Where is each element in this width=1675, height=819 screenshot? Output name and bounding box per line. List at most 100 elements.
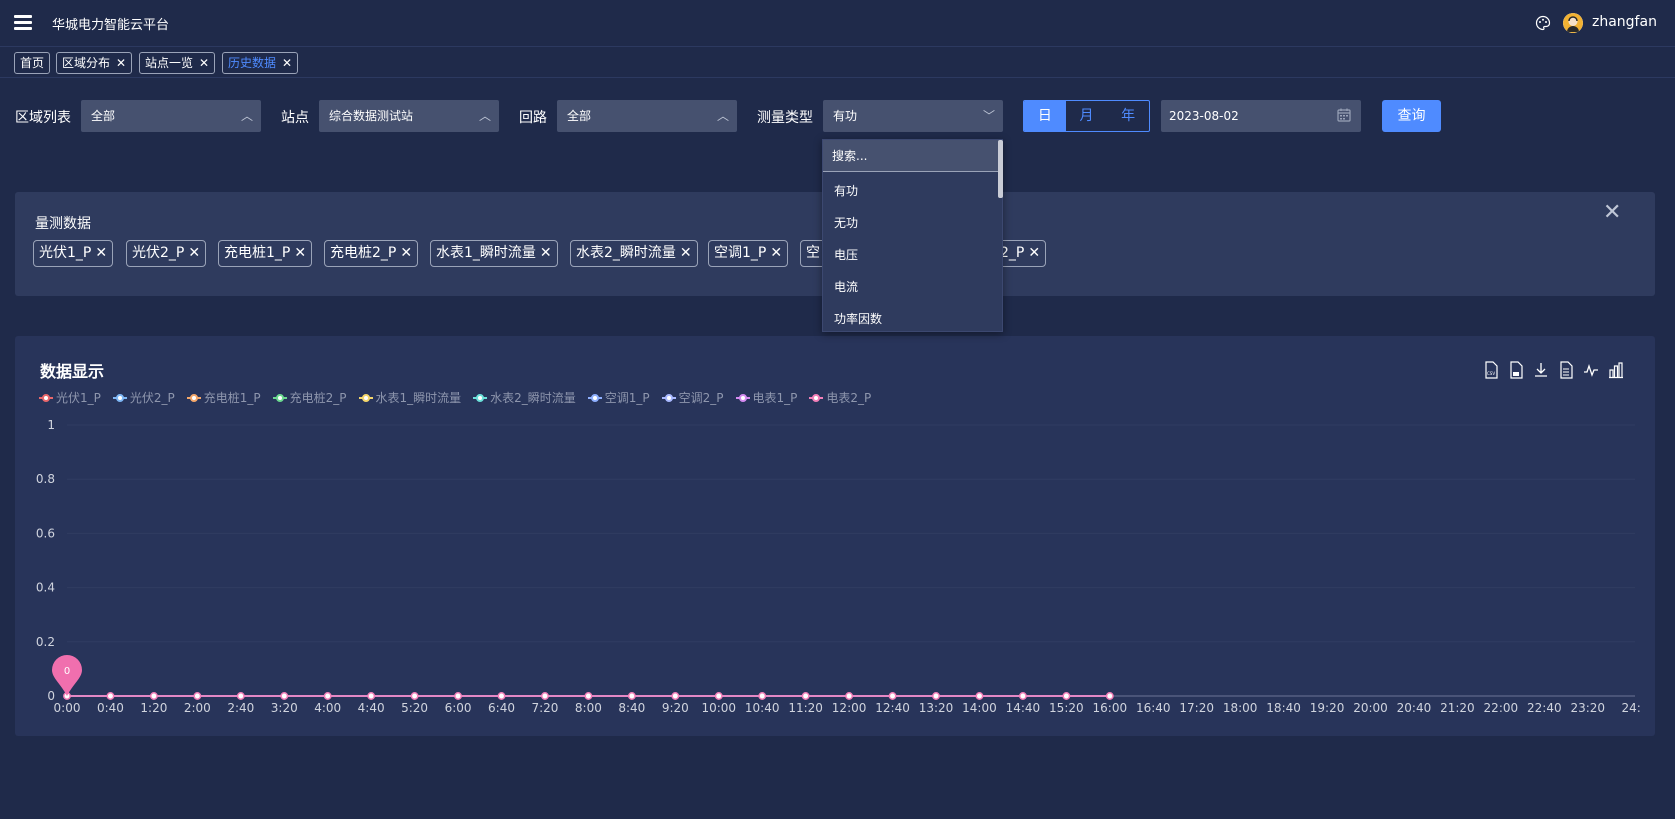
dropdown-option[interactable]: 无功 — [834, 214, 858, 231]
data-point[interactable] — [845, 692, 854, 700]
x-tick-label: 3:20 — [271, 701, 298, 715]
dropdown-search-input[interactable]: 搜索... — [823, 140, 1000, 172]
loop-select-value: 全部 — [567, 109, 592, 123]
tab-history-data[interactable]: 历史数据 ✕ — [222, 52, 299, 74]
data-point[interactable] — [584, 692, 593, 700]
dropdown-option[interactable]: 电流 — [834, 278, 858, 295]
query-button[interactable]: 查询 — [1382, 100, 1441, 132]
data-point[interactable] — [106, 692, 115, 700]
data-point[interactable] — [888, 692, 897, 700]
measure-type-select[interactable]: 有功 ﹀ — [823, 100, 1003, 132]
data-point[interactable] — [323, 692, 332, 700]
data-point[interactable] — [497, 692, 506, 700]
date-picker[interactable]: 2023-08-02 — [1161, 100, 1361, 132]
x-tick-label: 23:20 — [1570, 701, 1605, 715]
data-point[interactable] — [1062, 692, 1071, 700]
close-icon[interactable]: ✕ — [1603, 200, 1621, 225]
chip-label: 光伏1_P — [39, 245, 92, 261]
data-point[interactable] — [280, 692, 289, 700]
x-tick-label: 9:20 — [662, 701, 689, 715]
x-tick-label: 16:40 — [1136, 701, 1171, 715]
data-point[interactable] — [1105, 692, 1114, 700]
chevron-down-icon: ﹀ — [982, 109, 995, 123]
dropdown-option[interactable]: 电压 — [834, 246, 858, 263]
data-point[interactable] — [236, 692, 245, 700]
y-tick-label: 0.2 — [36, 635, 55, 649]
tab-label: 历史数据 — [228, 56, 277, 70]
measurement-chip[interactable]: 水表1_瞬时流量 ✕ — [430, 240, 558, 267]
period-segmented-control: 日 月 年 — [1023, 100, 1150, 132]
measure-type-label: 测量类型 — [757, 110, 813, 126]
close-icon[interactable]: ✕ — [116, 53, 126, 73]
data-point[interactable] — [1018, 692, 1027, 700]
x-tick-label: 12:40 — [875, 701, 910, 715]
period-month-button[interactable]: 月 — [1066, 101, 1108, 131]
x-tick-label: 8:00 — [575, 701, 602, 715]
data-point[interactable] — [541, 692, 549, 700]
tab-region-distribution[interactable]: 区域分布 ✕ — [56, 52, 133, 74]
x-tick-label: 11:20 — [788, 701, 823, 715]
chip-label: 水表2_瞬时流量 — [576, 245, 676, 261]
data-point[interactable] — [714, 692, 723, 700]
data-point[interactable] — [367, 692, 376, 700]
close-icon[interactable]: ✕ — [1028, 245, 1040, 261]
marker-label: 0 — [64, 666, 70, 677]
data-point[interactable] — [193, 692, 202, 700]
dropdown-scrollbar[interactable] — [998, 140, 1003, 198]
data-point[interactable] — [671, 692, 680, 700]
data-point[interactable] — [454, 692, 462, 700]
x-tick-label: 4:40 — [358, 701, 385, 715]
measurement-chip[interactable]: 光伏2_P ✕ — [126, 240, 207, 267]
period-year-button[interactable]: 年 — [1107, 101, 1149, 131]
data-point[interactable] — [975, 692, 984, 700]
measurement-chip[interactable]: 水表2_瞬时流量 ✕ — [570, 240, 698, 267]
chart-panel: 数据显示 光伏1_P 光伏2_P 充电桩1_P 充电桩2_P 水表1_瞬时流量 水表2_瞬… — [15, 336, 1655, 736]
y-tick-label: 0.8 — [36, 472, 55, 486]
measurement-chip[interactable]: 充电桩2_P ✕ — [324, 240, 419, 267]
chip-label: 充电桩1_P — [224, 245, 291, 261]
period-day-button[interactable]: 日 — [1024, 101, 1066, 131]
palette-icon[interactable] — [1535, 15, 1551, 31]
tab-station-overview[interactable]: 站点一览 ✕ — [139, 52, 216, 74]
avatar[interactable] — [1563, 13, 1583, 33]
measurement-chip[interactable]: 充电桩1_P ✕ — [218, 240, 313, 267]
tab-home[interactable]: 首页 — [14, 52, 51, 74]
x-tick-label: 18:00 — [1223, 701, 1258, 715]
close-icon[interactable]: ✕ — [199, 53, 209, 73]
x-tick-label: 12:00 — [832, 701, 867, 715]
x-tick-label: 19:20 — [1310, 701, 1345, 715]
chip-label: 充电桩2_P — [330, 245, 397, 261]
username[interactable]: zhangfan — [1592, 14, 1657, 30]
close-icon[interactable]: ✕ — [294, 245, 306, 261]
x-tick-label: 21:20 — [1440, 701, 1475, 715]
x-tick-label: 2:40 — [227, 701, 254, 715]
data-point[interactable] — [410, 692, 419, 700]
close-icon[interactable]: ✕ — [188, 245, 200, 261]
x-tick-label: 0:00 — [54, 701, 81, 715]
loop-select[interactable]: 全部 ︿ — [557, 100, 737, 132]
close-icon[interactable]: ✕ — [282, 53, 292, 73]
data-point[interactable] — [149, 692, 158, 700]
tab-bar: 首页 区域分布 ✕ 站点一览 ✕ 历史数据 ✕ — [0, 47, 1675, 78]
x-tick-label: 7:20 — [531, 701, 558, 715]
close-icon[interactable]: ✕ — [540, 245, 552, 261]
measurement-chip[interactable]: 空调1_P ✕ — [708, 240, 789, 267]
region-select[interactable]: 全部 ︿ — [81, 100, 261, 132]
close-icon[interactable]: ✕ — [680, 245, 692, 261]
close-icon[interactable]: ✕ — [400, 245, 412, 261]
dropdown-option[interactable]: 功率因数 — [834, 310, 882, 327]
station-select[interactable]: 综合数据测试站 ︿ — [319, 100, 499, 132]
dropdown-option[interactable]: 有功 — [834, 182, 858, 199]
chip-label: 空 — [806, 245, 820, 261]
data-point[interactable] — [801, 692, 810, 700]
close-icon[interactable]: ✕ — [770, 245, 782, 261]
data-point[interactable] — [627, 692, 636, 700]
x-tick-label: 6:00 — [445, 701, 472, 715]
data-point[interactable] — [758, 692, 767, 700]
x-tick-label: 16:00 — [1093, 701, 1128, 715]
x-tick-label: 4:00 — [314, 701, 341, 715]
hamburger-menu-icon[interactable] — [14, 15, 32, 31]
data-point[interactable] — [932, 692, 940, 700]
measurement-chip[interactable]: 光伏1_P ✕ — [33, 240, 114, 267]
close-icon[interactable]: ✕ — [95, 245, 107, 261]
